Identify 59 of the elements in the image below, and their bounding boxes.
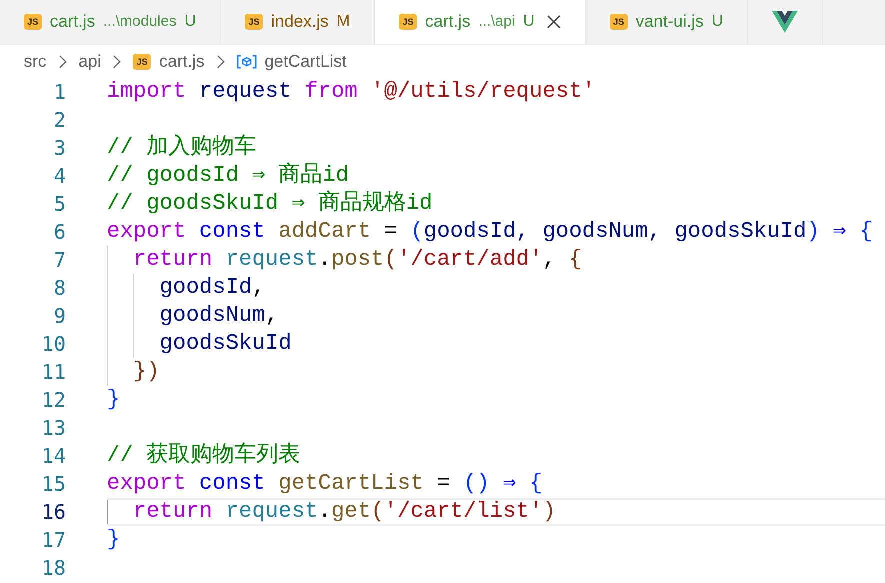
line-number: 18 bbox=[40, 558, 66, 578]
line-number: 5 bbox=[52, 194, 66, 214]
code-line: goodsId, bbox=[158, 277, 266, 299]
code-line: return request.get('/cart/list') bbox=[132, 501, 556, 523]
code-line: // goodsId ⇒ 商品id bbox=[107, 165, 350, 187]
code-line: // 获取购物车列表 bbox=[107, 445, 301, 467]
line-number: 6 bbox=[52, 222, 66, 242]
code-line: // goodsSkuId ⇒ 商品规格id bbox=[107, 193, 433, 215]
breadcrumb-item[interactable]: src bbox=[24, 49, 47, 75]
code-line: goodsNum, bbox=[158, 305, 279, 327]
chevron-icon bbox=[113, 55, 122, 69]
line-number: 4 bbox=[52, 166, 66, 186]
line-number: 11 bbox=[40, 362, 66, 382]
code-line: // 加入购物车 bbox=[107, 137, 257, 159]
line-number: 15 bbox=[40, 474, 66, 494]
line-number: 17 bbox=[40, 530, 66, 550]
breadcrumb-item[interactable]: cart.js bbox=[159, 49, 205, 75]
vue-file-icon bbox=[772, 11, 798, 33]
js-file-icon: JS bbox=[133, 54, 152, 70]
tab-status: U bbox=[523, 12, 535, 32]
js-file-icon: JS bbox=[24, 14, 42, 30]
line-number: 7 bbox=[52, 250, 66, 270]
js-file-icon: JS bbox=[399, 14, 418, 30]
line-number: 14 bbox=[40, 446, 66, 466]
tab-label: vant-ui.js bbox=[636, 11, 704, 34]
code-line: export const addCart = (goodsId, goodsNum, goodsSkuId) ⇒ { bbox=[107, 221, 873, 243]
tab-path: ...\modules bbox=[103, 12, 177, 32]
chevron-icon bbox=[216, 55, 225, 69]
tab-status: U bbox=[712, 12, 724, 32]
tab-path: ...\api bbox=[478, 12, 516, 32]
line-number: 9 bbox=[52, 306, 66, 326]
tab-label: cart.js bbox=[50, 11, 96, 34]
code-line: } bbox=[107, 389, 120, 411]
symbol-icon bbox=[236, 55, 257, 69]
line-number: 1 bbox=[52, 82, 66, 102]
tab-label: cart.js bbox=[425, 11, 471, 34]
line-number: 10 bbox=[40, 334, 66, 354]
code-line: return request.post('/cart/add', { bbox=[132, 249, 582, 271]
code-line: }) bbox=[132, 361, 160, 383]
breadcrumb-item[interactable]: getCartList bbox=[264, 49, 347, 75]
editor-tab[interactable]: JS cart.js ...\api U bbox=[375, 0, 586, 44]
close-icon[interactable] bbox=[546, 15, 561, 29]
chevron-icon bbox=[58, 55, 67, 69]
tab-status: M bbox=[336, 12, 350, 32]
line-number: 16 bbox=[40, 502, 66, 522]
code-line: export const getCartList = () ⇒ { bbox=[107, 473, 543, 495]
line-number: 8 bbox=[52, 278, 66, 298]
js-file-icon: JS bbox=[245, 14, 264, 30]
code-line: goodsSkuId bbox=[158, 333, 292, 355]
tab-label: index.js bbox=[271, 11, 329, 34]
js-file-icon: JS bbox=[610, 14, 628, 30]
line-number: 12 bbox=[40, 390, 66, 410]
tab-status: U bbox=[184, 12, 196, 32]
line-number: 3 bbox=[52, 138, 66, 158]
code-line: } bbox=[107, 529, 120, 551]
code-line: import request from '@/utils/request' bbox=[107, 81, 596, 103]
breadcrumb-item[interactable]: api bbox=[78, 49, 102, 75]
line-number: 2 bbox=[52, 110, 66, 130]
line-number: 13 bbox=[40, 418, 66, 438]
